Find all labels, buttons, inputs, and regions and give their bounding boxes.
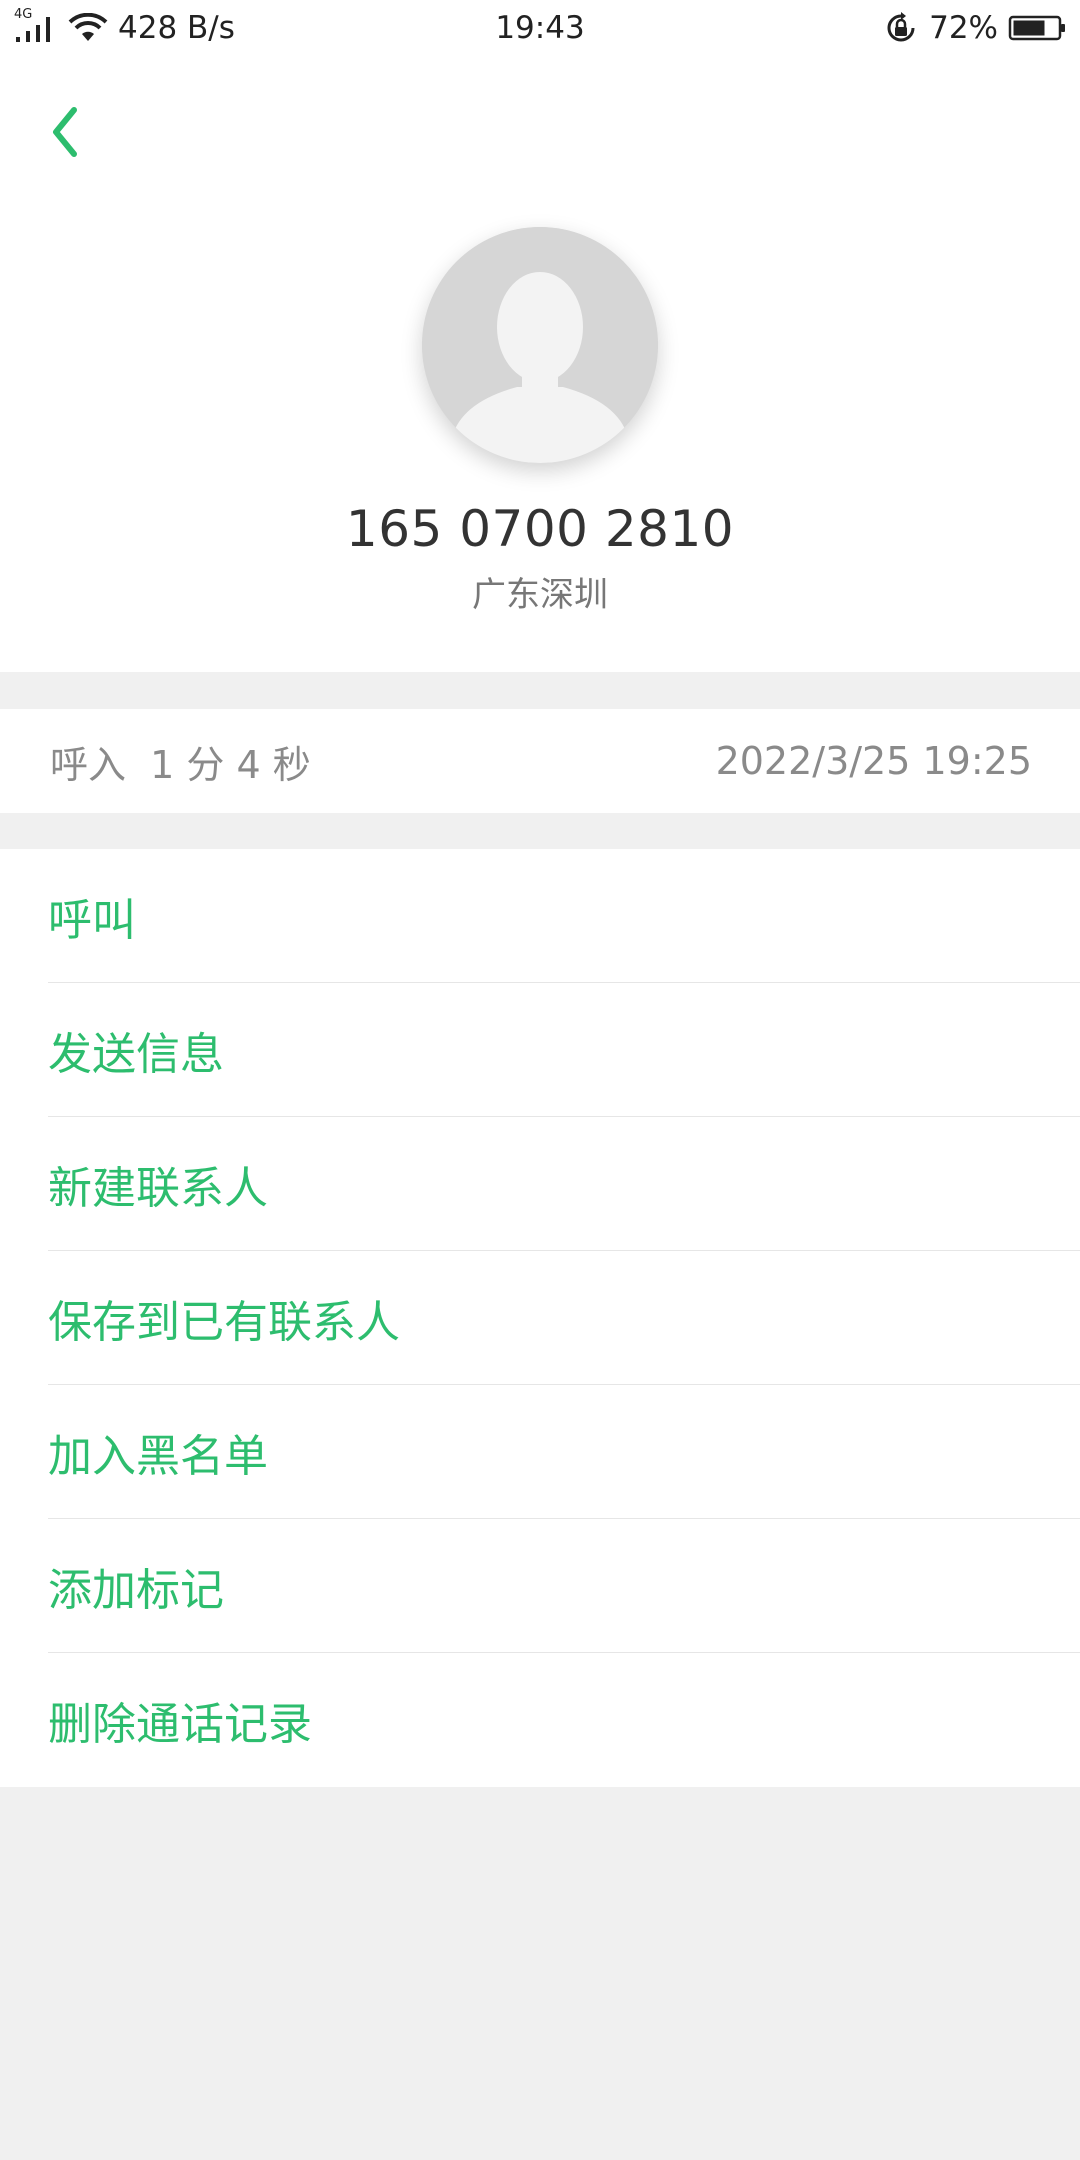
rotation-lock-icon (883, 10, 919, 46)
network-speed: 428 B/s (118, 10, 235, 46)
call-button[interactable]: 呼叫 (48, 849, 1080, 983)
call-record-row: 呼入 1 分 4 秒 2022/3/25 19:25 (0, 709, 1080, 813)
call-type-duration: 呼入 1 分 4 秒 (50, 742, 311, 787)
action-list: 呼叫 发送信息 新建联系人 保存到已有联系人 加入黑名单 添加标记 删除通话记录 (0, 849, 1080, 1787)
save-to-existing-contact-button[interactable]: 保存到已有联系人 (48, 1251, 1080, 1385)
phone-number: 165 0700 2810 (345, 500, 735, 558)
signal-icon: 4G (14, 7, 58, 43)
battery-icon (1008, 13, 1066, 43)
send-message-button[interactable]: 发送信息 (48, 983, 1080, 1117)
chevron-left-icon (48, 104, 80, 160)
add-to-blacklist-button[interactable]: 加入黑名单 (48, 1385, 1080, 1519)
default-person-avatar (422, 227, 658, 463)
status-right: 72% (883, 10, 1066, 46)
network-type-label: 4G (14, 7, 33, 22)
contact-header: 165 0700 2810 广东深圳 (0, 56, 1080, 672)
delete-call-record-button[interactable]: 删除通话记录 (48, 1653, 1080, 1787)
status-left: 4G 428 B/s (14, 7, 235, 46)
add-tag-button[interactable]: 添加标记 (48, 1519, 1080, 1653)
wifi-icon (68, 13, 108, 43)
new-contact-button[interactable]: 新建联系人 (48, 1117, 1080, 1251)
battery-percent: 72% (929, 10, 998, 46)
avatar (422, 227, 658, 463)
back-button[interactable] (40, 96, 88, 168)
status-bar: 4G 428 B/s 19:43 72% (0, 0, 1080, 56)
call-datetime: 2022/3/25 19:25 (715, 739, 1032, 783)
phone-location: 广东深圳 (472, 575, 608, 615)
